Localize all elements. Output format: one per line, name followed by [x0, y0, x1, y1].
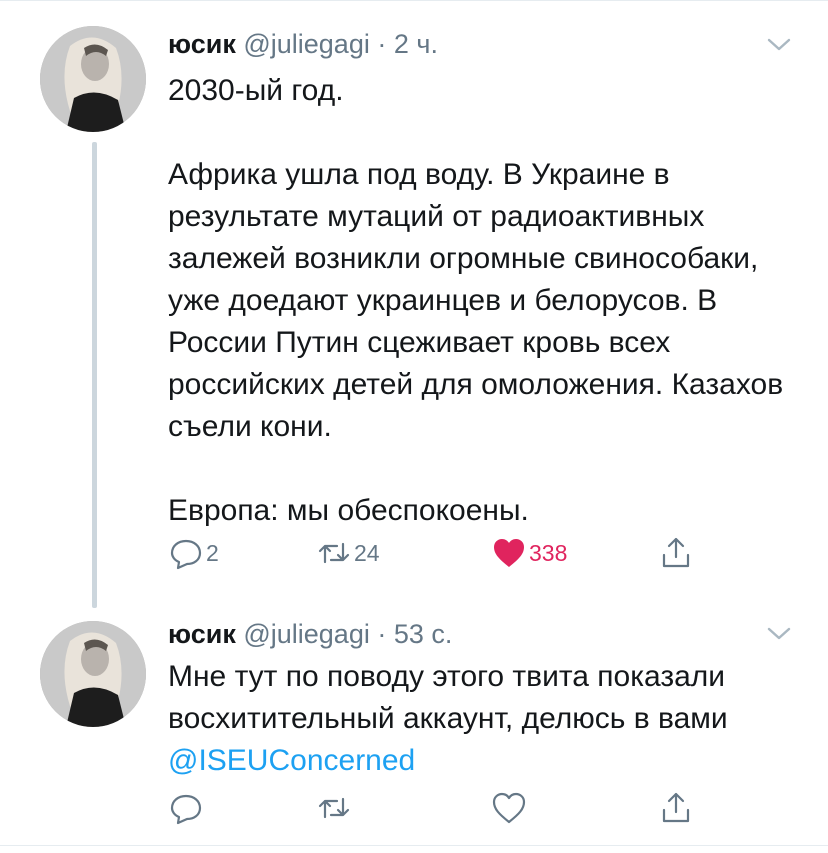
heart-icon — [491, 790, 527, 826]
tweet-header: юсик @juliegagi · 53 с. — [168, 616, 452, 652]
tweet-main-text: Мне тут по поводу этого твита показали в… — [168, 660, 728, 735]
reply-icon — [168, 790, 204, 826]
author-name[interactable]: юсик — [168, 619, 236, 649]
tweet-header: юсик @juliegagi · 2 ч. — [168, 26, 438, 62]
heart-icon — [491, 535, 527, 571]
timestamp[interactable]: 53 с. — [394, 619, 453, 649]
share-icon — [658, 535, 694, 571]
retweet-icon — [316, 535, 352, 571]
share-button[interactable] — [658, 533, 694, 573]
tweet-paragraph: 2030-ый год. — [168, 74, 344, 107]
chevron-down-icon[interactable] — [764, 33, 794, 57]
retweet-icon — [316, 790, 352, 826]
avatar[interactable] — [40, 26, 146, 132]
tweet-actions: 2 24 338 — [168, 533, 728, 573]
author-handle[interactable]: @juliegagi — [243, 619, 369, 649]
author-handle[interactable]: @juliegagi — [243, 29, 369, 59]
like-button[interactable] — [491, 788, 529, 828]
chevron-down-icon[interactable] — [764, 622, 794, 646]
like-count: 338 — [529, 539, 568, 566]
tweet-text: Мне тут по поводу этого твита показали в… — [168, 656, 808, 782]
avatar-portrait-image — [40, 621, 146, 727]
tweet-paragraph: Европа: мы обеспокоены. — [168, 494, 529, 527]
reply-count: 2 — [206, 539, 219, 566]
avatar-portrait-image — [40, 26, 146, 132]
tweet-text: 2030-ый год. Африка ушла под воду. В Укр… — [168, 70, 808, 532]
separator-dot: · — [377, 619, 387, 649]
tweet-paragraph: Мне тут по поводу этого твита показали в… — [168, 656, 808, 782]
mention-link[interactable]: @ISEUConcerned — [168, 744, 415, 777]
reply-button[interactable]: 2 — [168, 533, 219, 573]
tweet-actions — [168, 788, 728, 828]
separator-dot: · — [377, 29, 387, 59]
share-icon — [658, 790, 694, 826]
retweet-button[interactable]: 24 — [316, 533, 380, 573]
tweet-paragraph: Африка ушла под воду. В Украине в резуль… — [168, 158, 784, 443]
retweet-count: 24 — [354, 539, 380, 566]
avatar[interactable] — [40, 621, 146, 727]
share-button[interactable] — [658, 788, 694, 828]
reply-button[interactable] — [168, 788, 206, 828]
reply-icon — [168, 535, 204, 571]
bottom-divider — [0, 845, 828, 846]
timestamp[interactable]: 2 ч. — [394, 29, 438, 59]
like-button[interactable]: 338 — [491, 533, 567, 573]
retweet-button[interactable] — [316, 788, 354, 828]
tweet[interactable]: юсик @juliegagi · 2 ч. 2030-ый год. Афри… — [0, 0, 828, 610]
author-name[interactable]: юсик — [168, 29, 236, 59]
tweet[interactable]: юсик @juliegagi · 53 с. Мне тут по повод… — [0, 610, 828, 845]
